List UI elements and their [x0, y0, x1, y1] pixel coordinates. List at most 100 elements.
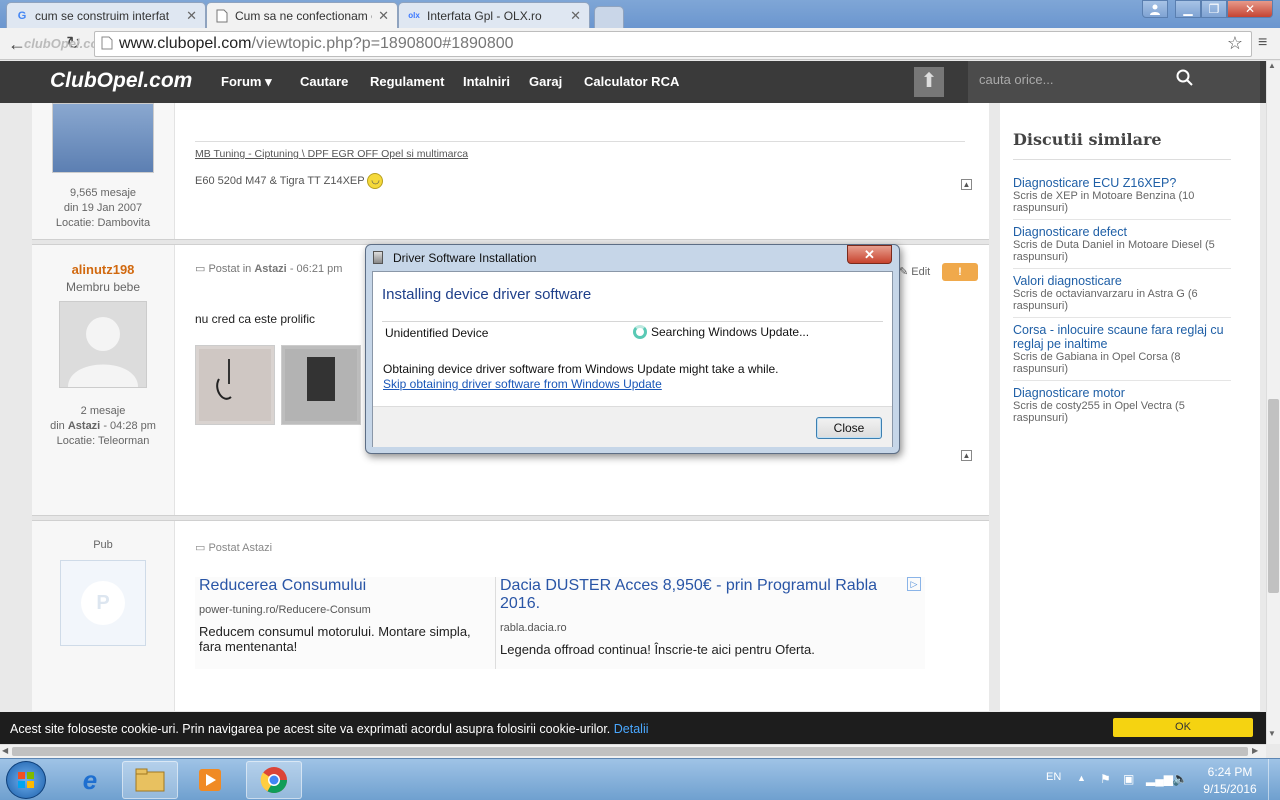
back-to-top-icon[interactable]: ▲ — [961, 450, 972, 461]
cookie-details-link[interactable]: Detalii — [614, 722, 649, 736]
vertical-scroll-thumb[interactable] — [1268, 399, 1279, 593]
sidebar-item-link[interactable]: Diagnosticare motor — [1013, 386, 1231, 400]
tab-close-icon[interactable]: ✕ — [186, 8, 197, 24]
show-desktop-button[interactable] — [1268, 759, 1280, 800]
tab-google-search[interactable]: G cum se construim interfat ✕ — [6, 2, 206, 28]
ad-2-url: rabla.dacia.ro — [500, 622, 567, 634]
post3-author-panel: Pub P — [32, 521, 174, 711]
internet-explorer-icon[interactable]: e — [62, 761, 118, 799]
volume-icon[interactable]: 🔈 — [1172, 771, 1188, 787]
user-icon[interactable] — [1142, 0, 1168, 18]
ad-1[interactable]: Reducerea Consumului power-tuning.ro/Red… — [199, 577, 489, 654]
olx-icon: olx — [408, 11, 420, 20]
ad-1-body: Reducem consumul motorului. Montare simp… — [199, 624, 471, 654]
sidebar-item: Diagnosticare ECU Z16XEP? Scris de XEP in… — [1013, 171, 1231, 220]
sidebar-item-meta: Scris de Gabiana in Opel Corsa (8 raspun… — [1013, 351, 1181, 375]
browser-tab-strip: G cum se construim interfat ✕ Cum sa ne … — [0, 0, 1280, 28]
post2-avatar — [59, 301, 147, 388]
edit-button[interactable]: ✎ Edit — [899, 265, 930, 278]
nav-cautare[interactable]: Cautare — [300, 74, 348, 89]
scroll-top-arrow-icon[interactable]: ⬆ — [914, 67, 944, 97]
chrome-icon[interactable] — [246, 761, 302, 799]
vertical-scrollbar[interactable]: ▲ ▼ — [1266, 61, 1280, 744]
sidebar-item-meta: Scris de costy255 in Opel Vectra (5 rasp… — [1013, 400, 1185, 424]
signature-link[interactable]: MB Tuning - Ciptuning \ DPF EGR OFF Opel… — [195, 148, 468, 160]
sidebar-item-link[interactable]: Corsa - inlocuire scaune fara reglaj cu … — [1013, 323, 1231, 351]
post2-text: nu cred ca este prolific — [195, 312, 316, 326]
ad-1-title[interactable]: Reducerea Consumului — [199, 577, 489, 595]
attachment-thumb-1[interactable] — [195, 345, 275, 425]
star-icon[interactable]: ☆ — [1227, 33, 1243, 54]
nav-calculator-rca[interactable]: Calculator RCA — [584, 74, 679, 89]
clock-date[interactable]: 9/15/2016 — [1196, 782, 1264, 796]
close-window-button[interactable]: ✕ — [1227, 0, 1273, 18]
clock-time[interactable]: 6:24 PM — [1200, 765, 1260, 779]
post1-author-panel: 9,565 mesaje din 19 Jan 2007 Locatie: Da… — [32, 103, 174, 239]
close-button[interactable]: Close — [816, 417, 882, 439]
post1-stats: 9,565 mesaje — [69, 187, 137, 199]
address-bar[interactable]: www.clubopel.com/viewtopic.php?p=1890800… — [94, 31, 1252, 57]
scroll-up-arrow-icon[interactable]: ▲ — [1268, 61, 1276, 70]
dialog-heading: Installing device driver software — [382, 286, 592, 303]
post3-body: ▭ Postat Astazi Reducerea Consumului pow… — [174, 521, 989, 711]
report-button[interactable]: ! — [942, 263, 978, 281]
start-button[interactable] — [6, 761, 46, 799]
tab-close-icon[interactable]: ✕ — [378, 8, 389, 24]
sidebar-item: Diagnosticare defect Scris de Duta Daniel… — [1013, 220, 1231, 269]
nav-forum[interactable]: Forum ▾ — [221, 74, 272, 90]
pencil-icon: ✎ — [899, 266, 909, 278]
file-explorer-icon[interactable] — [122, 761, 178, 799]
adchoices-icon[interactable]: ▷ — [907, 577, 921, 591]
site-logo[interactable]: ClubOpel.com — [50, 69, 192, 93]
dialog-close-x-button[interactable]: ✕ — [847, 245, 892, 264]
media-player-icon[interactable] — [182, 761, 238, 799]
page-info-icon[interactable] — [101, 36, 113, 55]
signature-text: E60 520d M47 & Tigra TT Z14XEP ◡ — [195, 173, 384, 189]
site-search-input[interactable]: cauta orice... — [968, 61, 1260, 103]
action-center-icon[interactable]: ⚑ — [1100, 772, 1111, 786]
ad-block: Reducerea Consumului power-tuning.ro/Red… — [195, 577, 925, 669]
search-icon[interactable] — [1176, 69, 1194, 90]
browser-toolbar: ← ↻ clubOpel.com www.clubopel.com/viewto… — [0, 28, 1280, 60]
cookie-ok-button[interactable]: OK — [1113, 718, 1253, 737]
post3-avatar: P — [60, 560, 146, 646]
tray-expand-icon[interactable]: ▲ — [1077, 773, 1086, 783]
nav-regulament[interactable]: Regulament — [370, 74, 444, 89]
horizontal-scroll-thumb[interactable] — [12, 747, 1248, 756]
device-tray-icon[interactable]: ▣ — [1123, 772, 1134, 786]
menu-icon[interactable]: ≡ — [1258, 34, 1267, 52]
tab-close-icon[interactable]: ✕ — [570, 8, 581, 24]
tab-clubopel[interactable]: Cum sa ne confectionam c ✕ — [206, 2, 398, 28]
scroll-left-arrow-icon[interactable]: ◀ — [2, 746, 8, 755]
tab-olx[interactable]: olx Interfata Gpl - OLX.ro ✕ — [398, 2, 590, 28]
nav-intalniri[interactable]: Intalniri — [463, 74, 510, 89]
cookie-text: Acest site foloseste cookie-uri. Prin na… — [10, 722, 649, 736]
post2-author-panel: alinutz198 Membru bebe 2 mesaje din Asta… — [32, 245, 174, 515]
sidebar-item: Corsa - inlocuire scaune fara reglaj cu … — [1013, 318, 1231, 381]
network-icon[interactable]: ▂▄▆ — [1146, 772, 1173, 786]
ad-2-title[interactable]: Dacia DUSTER Acces 8,950€ - prin Program… — [500, 577, 890, 613]
maximize-button[interactable]: ❐ — [1201, 0, 1227, 18]
nav-garaj[interactable]: Garaj — [529, 74, 562, 89]
scroll-down-arrow-icon[interactable]: ▼ — [1268, 729, 1276, 738]
scroll-right-arrow-icon[interactable]: ▶ — [1252, 746, 1258, 755]
sidebar-item-link[interactable]: Diagnosticare ECU Z16XEP? — [1013, 176, 1231, 190]
post2-author[interactable]: alinutz198 — [32, 262, 174, 277]
sidebar-item-meta: Scris de octavianvarzaru in Astra G (6 r… — [1013, 288, 1198, 312]
language-indicator[interactable]: EN — [1046, 771, 1061, 783]
ad-2[interactable]: Dacia DUSTER Acces 8,950€ - prin Program… — [500, 577, 890, 657]
attachment-thumb-2[interactable] — [281, 345, 361, 425]
sidebar-item-link[interactable]: Valori diagnosticare — [1013, 274, 1231, 288]
sidebar-list: Diagnosticare ECU Z16XEP? Scris de XEP in… — [1013, 171, 1231, 429]
dialog-divider — [382, 321, 883, 322]
smiley-icon: ◡ — [367, 173, 384, 189]
horizontal-scrollbar[interactable]: ◀ ▶ — [0, 744, 1266, 758]
back-to-top-icon[interactable]: ▲ — [961, 179, 972, 190]
minimize-button[interactable]: ▁ — [1175, 0, 1201, 18]
signature-divider — [195, 141, 965, 142]
new-tab-button[interactable] — [594, 6, 624, 28]
sidebar-item-link[interactable]: Diagnosticare defect — [1013, 225, 1231, 239]
skip-windows-update-link[interactable]: Skip obtaining driver software from Wind… — [383, 377, 662, 391]
device-status: Searching Windows Update... — [633, 325, 809, 339]
sidebar-divider — [1013, 159, 1231, 160]
